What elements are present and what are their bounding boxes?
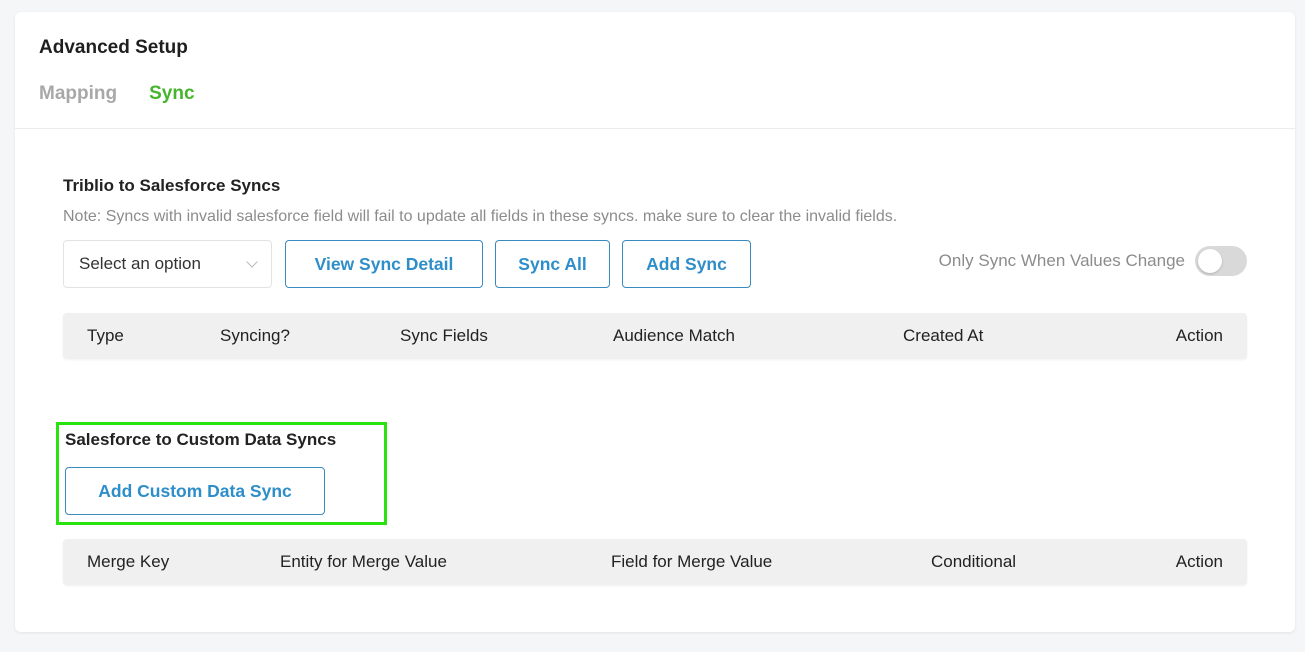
sync-controls: Select an option View Sync Detail Sync A…: [63, 240, 1247, 288]
only-sync-toggle[interactable]: [1195, 246, 1247, 276]
page-title: Advanced Setup: [39, 37, 188, 58]
column-header: Syncing?: [220, 326, 290, 345]
view-sync-detail-button[interactable]: View Sync Detail: [285, 240, 483, 288]
toggle-label: Only Sync When Values Change: [938, 251, 1185, 270]
only-sync-toggle-group: Only Sync When Values Change: [939, 246, 1247, 276]
tab-bar: Mapping Sync: [39, 83, 1271, 105]
column-header: Conditional: [931, 552, 1017, 571]
section-title: Triblio to Salesforce Syncs: [63, 176, 281, 195]
card-header: Advanced Setup Mapping Sync: [15, 12, 1295, 129]
column-header: Merge Key: [87, 552, 170, 571]
column-header: Type: [87, 326, 124, 345]
column-header: Sync Fields: [400, 326, 488, 345]
toggle-knob: [1198, 249, 1222, 273]
column-header: Field for Merge Value: [611, 552, 773, 571]
custom-data-syncs-highlight: Salesforce to Custom Data Syncs Add Cust…: [56, 422, 387, 525]
section-title: Salesforce to Custom Data Syncs: [65, 430, 337, 449]
custom-data-syncs-section: Merge Key Entity for Merge Value Field f…: [63, 539, 1247, 585]
tab-mapping[interactable]: Mapping: [39, 83, 117, 105]
column-header: Action: [1175, 326, 1223, 345]
sync-select[interactable]: Select an option: [63, 240, 272, 288]
salesforce-syncs-section: Triblio to Salesforce Syncs Note: Syncs …: [63, 176, 1247, 359]
chevron-down-icon: [246, 255, 258, 268]
sync-all-button[interactable]: Sync All: [495, 240, 610, 288]
column-header: Created At: [903, 326, 984, 345]
sync-note: Note: Syncs with invalid salesforce fiel…: [63, 208, 898, 225]
custom-syncs-table-header: Merge Key Entity for Merge Value Field f…: [63, 539, 1247, 585]
tab-sync[interactable]: Sync: [149, 83, 194, 105]
select-value: Select an option: [79, 254, 201, 273]
add-custom-data-sync-button[interactable]: Add Custom Data Sync: [65, 467, 325, 515]
column-header: Audience Match: [613, 326, 735, 345]
column-header: Action: [1175, 552, 1223, 571]
column-header: Entity for Merge Value: [280, 552, 447, 571]
add-sync-button[interactable]: Add Sync: [622, 240, 751, 288]
syncs-table-header: Type Syncing? Sync Fields Audience Match…: [63, 313, 1247, 359]
